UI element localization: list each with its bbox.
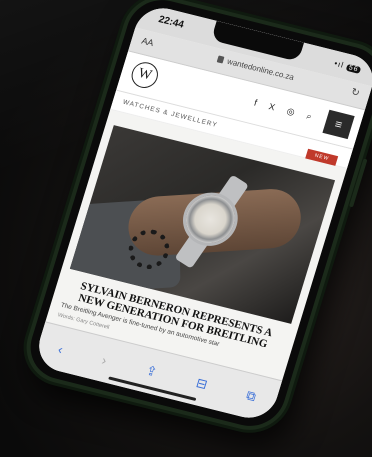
facebook-icon[interactable]: f (253, 98, 263, 109)
share-icon[interactable]: ⇪ (144, 363, 159, 381)
reload-icon[interactable]: ↻ (350, 87, 361, 100)
x-icon[interactable]: X (268, 101, 282, 113)
hamburger-menu-icon[interactable]: ≡ (322, 109, 355, 140)
site-logo[interactable]: W (128, 59, 162, 91)
system-icons: •ıl 56 (333, 59, 362, 74)
forward-icon[interactable]: › (100, 352, 109, 367)
search-icon[interactable]: ⌕ (305, 111, 318, 123)
tabs-icon[interactable]: ⧉ (244, 388, 258, 406)
instagram-icon[interactable]: ◎ (286, 106, 301, 119)
back-icon[interactable]: ‹ (56, 341, 65, 356)
social-links: f X ◎ ⌕ (253, 98, 318, 124)
reader-options-button[interactable]: AA (140, 36, 155, 48)
lock-icon (216, 55, 225, 64)
status-time: 22:44 (157, 14, 186, 31)
signal-icon: •ıl (333, 58, 346, 70)
new-badge: NEW (305, 148, 339, 166)
bookmarks-icon[interactable]: ⊟ (194, 375, 209, 393)
battery-icon: 56 (345, 63, 362, 74)
